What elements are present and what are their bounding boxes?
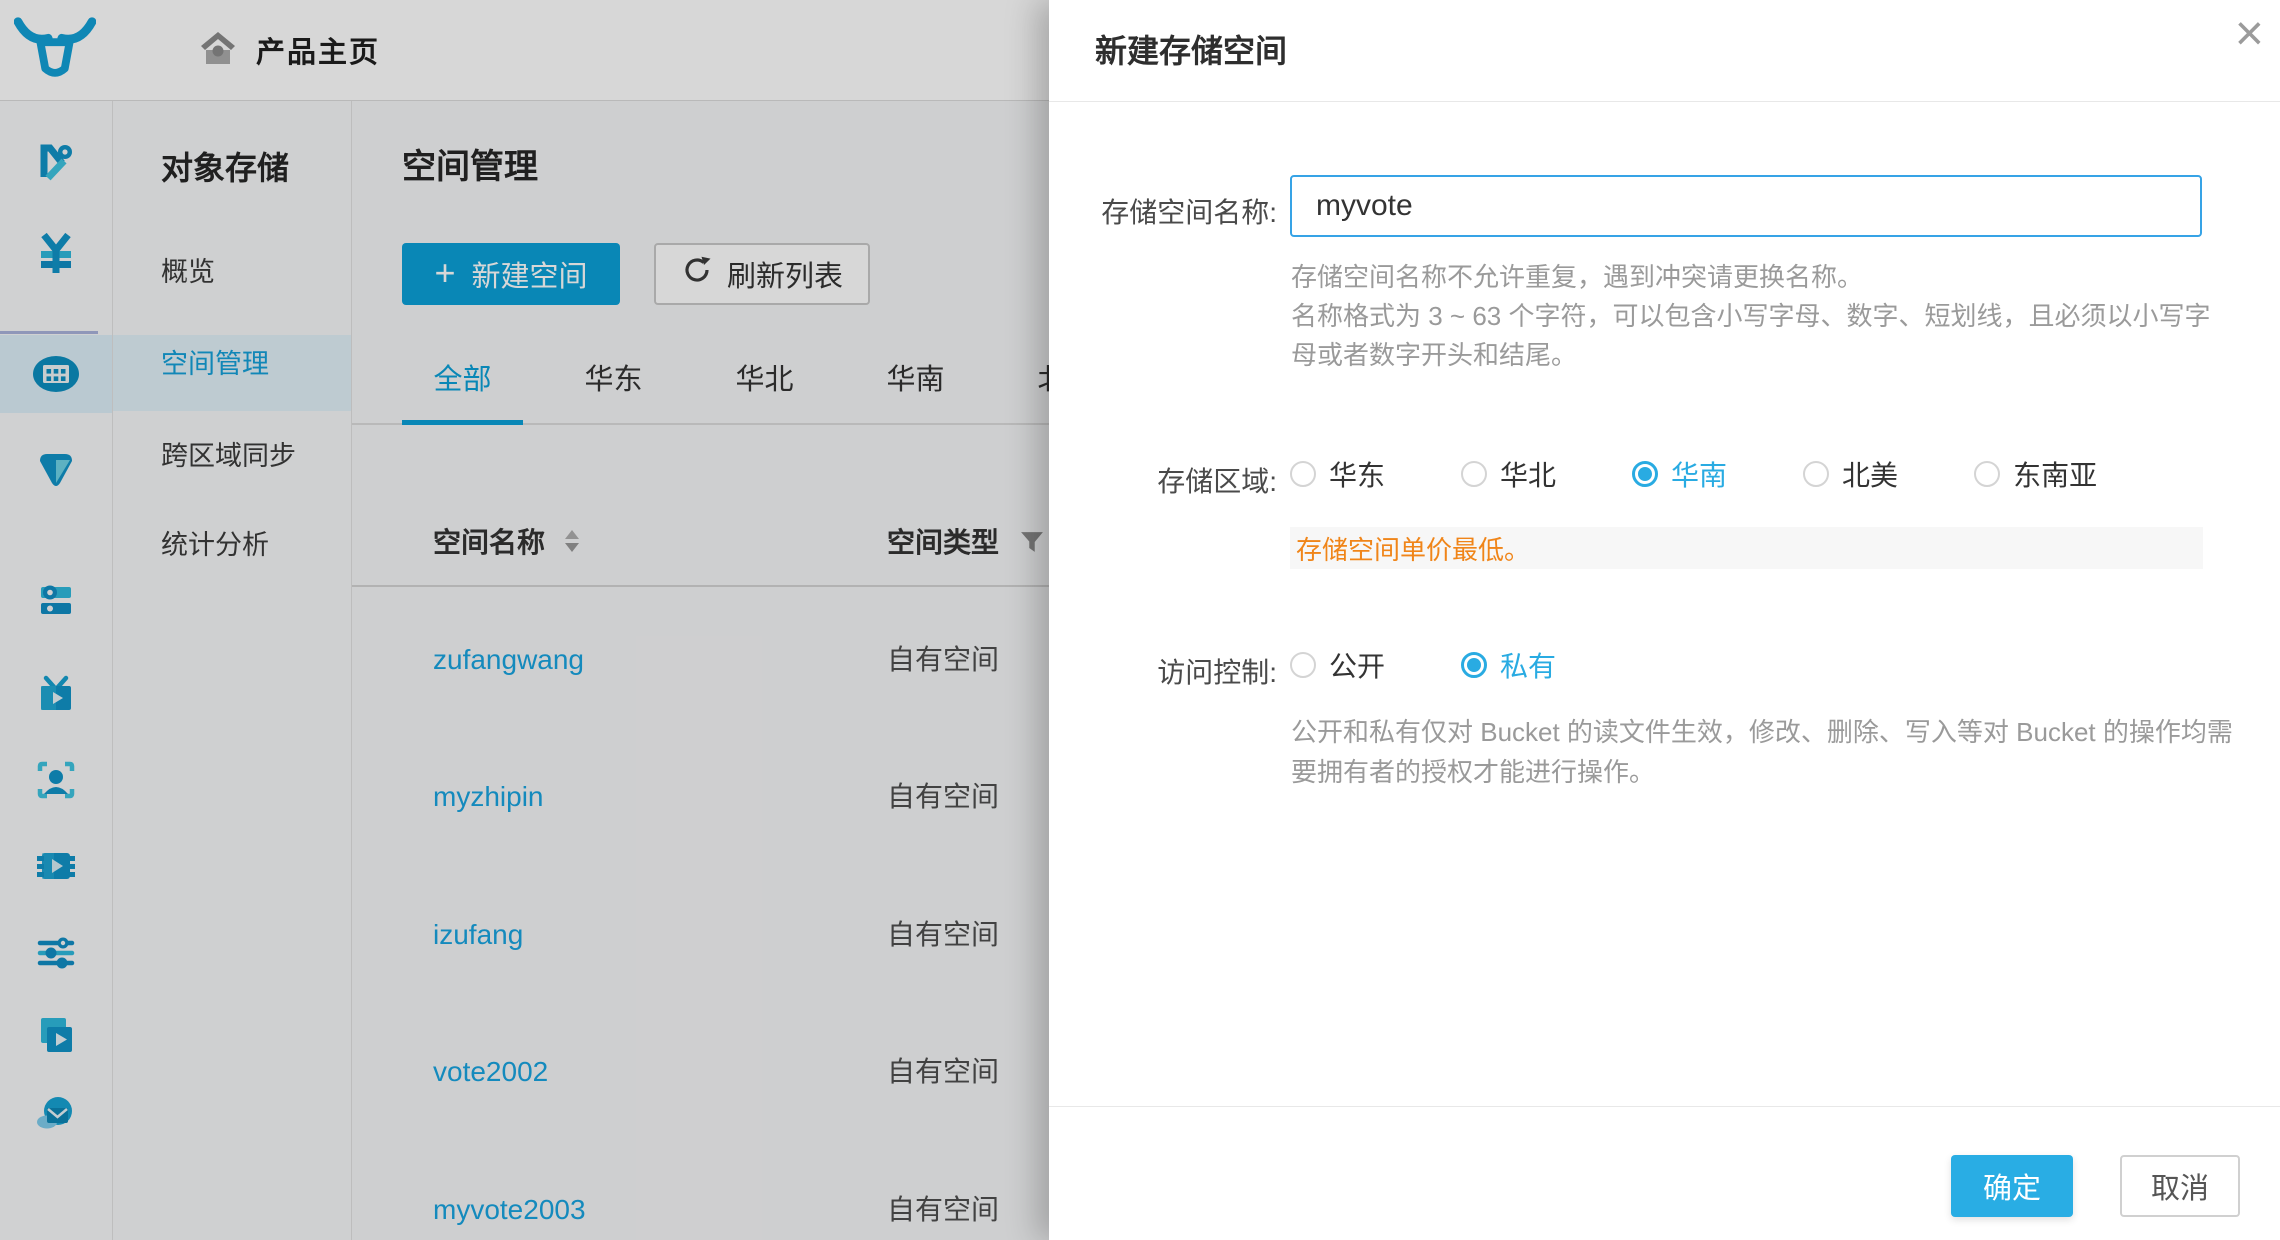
- region-radio-huadong[interactable]: 华东: [1290, 454, 1385, 494]
- radio-label: 华东: [1329, 454, 1385, 494]
- radio-label: 华南: [1671, 454, 1727, 494]
- access-control-label: 访问控制:: [1049, 651, 1277, 691]
- radio-circle-icon: [1461, 461, 1487, 487]
- confirm-button[interactable]: 确定: [1951, 1155, 2073, 1217]
- help-line-format: 名称格式为 3 ~ 63 个字符，可以包含小写字母、数字、短划线，且必须以小写字…: [1291, 297, 2236, 375]
- radio-label: 北美: [1842, 454, 1898, 494]
- radio-checked-icon: [1632, 461, 1658, 487]
- access-radio-public[interactable]: 公开: [1290, 645, 1385, 685]
- create-bucket-drawer: 新建存储空间 × 存储空间名称: 存储空间名称不允许重复，遇到冲突请更换名称。 …: [1049, 0, 2280, 1240]
- radio-circle-icon: [1803, 461, 1829, 487]
- radio-circle-icon: [1290, 652, 1316, 678]
- radio-label: 私有: [1500, 645, 1556, 685]
- region-radio-huanan[interactable]: 华南: [1632, 454, 1727, 494]
- region-price-note: 存储空间单价最低。: [1290, 527, 2203, 569]
- cancel-button[interactable]: 取消: [2120, 1155, 2240, 1217]
- access-radio-private[interactable]: 私有: [1461, 645, 1556, 685]
- drawer-footer: 确定 取消: [1049, 1106, 2280, 1240]
- access-control-help: 公开和私有仅对 Bucket 的读文件生效，修改、删除、写入等对 Bucket …: [1291, 712, 2236, 792]
- bucket-name-help: 存储空间名称不允许重复，遇到冲突请更换名称。 名称格式为 3 ~ 63 个字符，…: [1291, 258, 2236, 375]
- radio-checked-icon: [1461, 652, 1487, 678]
- bucket-name-input[interactable]: [1290, 175, 2202, 237]
- radio-circle-icon: [1974, 461, 2000, 487]
- radio-label: 公开: [1329, 645, 1385, 685]
- region-radio-beimei[interactable]: 北美: [1803, 454, 1898, 494]
- radio-label: 华北: [1500, 454, 1556, 494]
- region-label: 存储区域:: [1049, 460, 1277, 500]
- bucket-name-label: 存储空间名称:: [1049, 191, 1277, 231]
- help-line-duplicate: 存储空间名称不允许重复，遇到冲突请更换名称。: [1291, 258, 2236, 297]
- drawer-header: 新建存储空间 ×: [1049, 0, 2280, 102]
- qiniu-console-screen: 产品主页: [0, 0, 2280, 1240]
- region-radio-group: 华东 华北 华南 北美 东南亚: [1290, 457, 2173, 491]
- radio-circle-icon: [1290, 461, 1316, 487]
- region-radio-huabei[interactable]: 华北: [1461, 454, 1556, 494]
- radio-label: 东南亚: [2013, 454, 2097, 494]
- region-radio-dongnanya[interactable]: 东南亚: [1974, 454, 2097, 494]
- close-icon[interactable]: ×: [2235, 8, 2264, 58]
- drawer-title: 新建存储空间: [1095, 26, 1287, 72]
- access-radio-group: 公开 私有: [1290, 648, 1632, 682]
